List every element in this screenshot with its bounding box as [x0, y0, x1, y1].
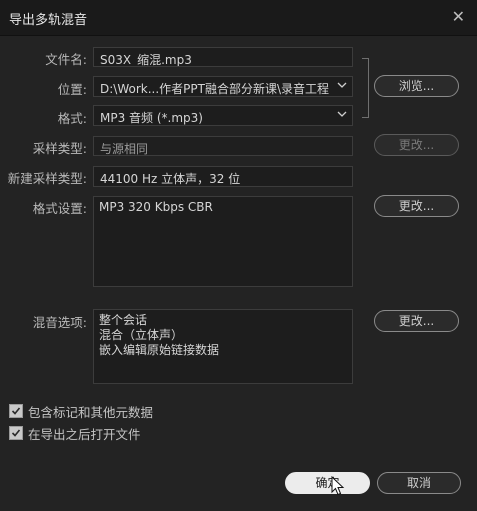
change-mix-options-button[interactable]: 更改... [374, 310, 459, 332]
new-sample-type-field: 44100 Hz 立体声，32 位 [93, 166, 353, 187]
format-dropdown[interactable]: MP3 音频 (*.mp3) [93, 105, 353, 126]
close-icon[interactable]: ✕ [452, 7, 465, 26]
filename-label: 文件名: [45, 52, 87, 67]
format-settings-field: MP3 320 Kbps CBR [93, 196, 353, 287]
title-bar[interactable]: 导出多轨混音 ✕ [0, 0, 477, 36]
format-label: 格式: [57, 111, 87, 126]
checkmark-icon [11, 407, 21, 415]
browse-button[interactable]: 浏览... [374, 75, 459, 97]
cancel-button[interactable]: 取消 [377, 472, 461, 494]
location-value: D:\Work...作者PPT融合部分新课\录音工程 [100, 82, 330, 96]
sample-type-field: 与源相同 [93, 136, 353, 156]
open-after-export-checkbox[interactable] [9, 426, 23, 440]
mix-options-field: 整个会话 混合（立体声） 嵌入编辑原始链接数据 [93, 309, 353, 384]
sample-type-label: 采样类型: [32, 141, 87, 156]
ok-button[interactable]: 确定 [285, 472, 370, 494]
change-sample-type-button[interactable]: 更改... [374, 134, 459, 156]
mix-option-line: 混合（立体声） [99, 328, 184, 342]
checkmark-icon [11, 429, 21, 437]
location-label: 位置: [57, 82, 87, 97]
mix-options-label: 混音选项: [32, 315, 87, 330]
include-markers-label: 包含标记和其他元数据 [28, 404, 154, 420]
format-value: MP3 音频 (*.mp3) [100, 111, 203, 125]
include-markers-checkbox-row[interactable]: 包含标记和其他元数据 [9, 403, 154, 420]
open-after-export-checkbox-row[interactable]: 在导出之后打开文件 [9, 425, 141, 442]
include-markers-checkbox[interactable] [9, 404, 23, 418]
format-settings-label: 格式设置: [32, 201, 87, 216]
change-format-settings-button[interactable]: 更改... [374, 195, 459, 217]
chevron-down-icon [337, 111, 347, 117]
new-sample-type-label: 新建采样类型: [7, 171, 87, 186]
filename-input[interactable]: S03X_缩混.mp3 [93, 47, 353, 67]
open-after-export-label: 在导出之后打开文件 [28, 426, 141, 442]
mouse-cursor-icon [331, 476, 345, 496]
mix-option-line: 整个会话 [99, 313, 148, 327]
dialog-title: 导出多轨混音 [9, 13, 88, 28]
bracket-divider [362, 58, 369, 118]
export-multitrack-mixdown-dialog: 导出多轨混音 ✕ 文件名: S03X_缩混.mp3 位置: D:\Work...… [0, 0, 477, 511]
location-dropdown[interactable]: D:\Work...作者PPT融合部分新课\录音工程 [93, 76, 353, 97]
mix-option-line: 嵌入编辑原始链接数据 [99, 343, 220, 357]
chevron-down-icon [337, 82, 347, 88]
